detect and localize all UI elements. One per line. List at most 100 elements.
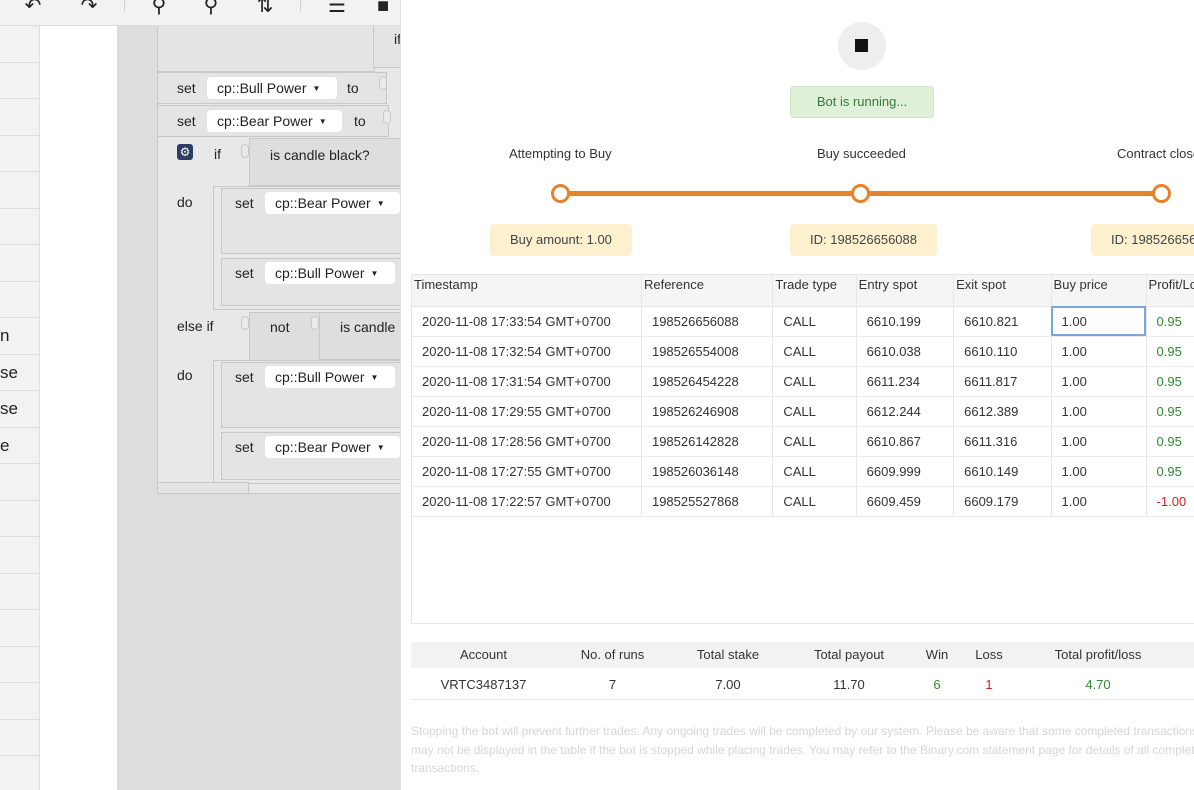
step-info-box: ID: 198526656088 — [790, 224, 937, 256]
toolbox-item[interactable] — [0, 720, 39, 756]
step-info-box: Buy amount: 1.00 — [490, 224, 632, 256]
step-label: Attempting to Buy — [509, 146, 612, 161]
toolbox-item[interactable] — [0, 756, 39, 790]
summary-header: Total payout — [813, 647, 885, 662]
toolbox-item[interactable]: n — [0, 318, 39, 355]
toolbox-item[interactable] — [0, 172, 39, 209]
set-keyword: set — [235, 195, 254, 211]
table-cell: CALL — [772, 486, 857, 517]
toolbox-item[interactable] — [0, 209, 39, 245]
set-block[interactable]: set cp::Bull Power ▼ — [221, 362, 400, 428]
toolbox-item[interactable]: se — [0, 391, 39, 428]
toolbox-item[interactable]: se — [0, 355, 39, 391]
summary-value-row: VRTC3487137 7 7.00 11.70 6 1 4.70 — [411, 670, 1194, 700]
table-cell: 1.00 — [1051, 336, 1147, 367]
flyout-area — [41, 26, 117, 790]
set-keyword: set — [235, 265, 254, 281]
workspace-toolbar: ↶ ↷ ⚲ ⚲ ⇅ ☰ ■ — [0, 0, 400, 26]
step-label: Contract closed — [1117, 146, 1194, 161]
toolbox-item[interactable] — [0, 683, 39, 720]
summary-header: Win — [925, 647, 949, 662]
variable-dropdown-value: cp::Bear Power — [275, 439, 371, 455]
table-row[interactable]: 2020-11-08 17:22:57 GMT+0700 19852552786… — [412, 486, 1194, 517]
table-row[interactable]: 2020-11-08 17:29:55 GMT+0700 19852624690… — [412, 396, 1194, 427]
variable-dropdown[interactable]: cp::Bull Power ▼ — [265, 366, 395, 388]
status-badge: Bot is running... — [790, 86, 934, 118]
dropdown-arrow-icon: ▼ — [376, 443, 385, 452]
stop-button[interactable] — [838, 22, 886, 70]
trades-table: Timestamp Reference Trade type Entry spo… — [411, 274, 1194, 624]
toolbox-item[interactable] — [0, 647, 39, 683]
set-block[interactable]: set cp::Bull Power ▼ — [221, 258, 400, 306]
table-row[interactable]: 2020-11-08 17:33:54 GMT+0700 19852665608… — [412, 305, 1194, 337]
toolbox-item[interactable] — [0, 245, 39, 282]
gear-icon[interactable]: ⚙ — [177, 144, 193, 160]
toolbox-item-label: n — [0, 326, 10, 345]
table-cell: 0.95 — [1146, 456, 1194, 487]
block-footer — [157, 482, 249, 494]
toolbox-item[interactable] — [0, 99, 39, 136]
step-dot — [1152, 184, 1171, 203]
zoom-out-icon[interactable]: ⚲ — [198, 0, 224, 20]
table-cell: CALL — [772, 426, 857, 457]
condition-block[interactable]: is candle black? — [249, 138, 400, 186]
toolbox-item[interactable]: e — [0, 428, 39, 464]
table-cell: 0.95 — [1146, 305, 1194, 337]
toolbox-item[interactable] — [0, 464, 39, 501]
column-header: Trade type — [772, 275, 857, 307]
step-info-box: ID: 198526656088 — [1091, 224, 1194, 256]
table-cell-selected[interactable]: 1.00 — [1051, 305, 1147, 337]
dropdown-arrow-icon: ▼ — [370, 269, 379, 278]
variable-dropdown[interactable]: cp::Bull Power ▼ — [207, 77, 337, 99]
condition-block[interactable]: is candle — [319, 312, 400, 360]
table-cell: 1.00 — [1051, 396, 1147, 427]
toolbox-item[interactable] — [0, 282, 39, 318]
toolbox-item[interactable] — [0, 574, 39, 610]
variable-dropdown[interactable]: cp::Bear Power ▼ — [265, 436, 400, 458]
table-cell: 0.95 — [1146, 396, 1194, 427]
if-fragment-block[interactable]: if — [373, 26, 400, 68]
summary-header: Account — [460, 647, 507, 662]
column-header: Entry spot — [856, 275, 955, 307]
table-row[interactable]: 2020-11-08 17:31:54 GMT+0700 19852645422… — [412, 366, 1194, 397]
variable-dropdown[interactable]: cp::Bear Power ▼ — [265, 192, 400, 214]
set-block[interactable]: set cp::Bear Power ▼ — [221, 188, 400, 254]
toolbox-item[interactable] — [0, 610, 39, 647]
stop-icon — [855, 39, 868, 52]
puzzle-notch — [383, 110, 391, 124]
summary-header: Total stake — [696, 647, 760, 662]
top-block[interactable] — [157, 26, 375, 72]
table-row[interactable]: 2020-11-08 17:28:56 GMT+0700 19852614282… — [412, 426, 1194, 457]
do-keyword: do — [177, 194, 193, 210]
dropdown-arrow-icon: ▼ — [318, 117, 327, 126]
step-dot — [851, 184, 870, 203]
set-block[interactable]: set cp::Bear Power ▼ to — [157, 105, 389, 137]
table-cell: 1.00 — [1051, 366, 1147, 397]
table-cell: 0.95 — [1146, 336, 1194, 367]
blockly-workspace[interactable]: if set cp::Bull Power ▼ to set cp::Bear P… — [117, 26, 400, 790]
table-row[interactable]: 2020-11-08 17:27:55 GMT+0700 19852603614… — [412, 456, 1194, 487]
toolbox-item[interactable] — [0, 136, 39, 172]
table-cell: 198526454228 — [641, 366, 774, 397]
variable-dropdown[interactable]: cp::Bull Power ▼ — [265, 262, 395, 284]
list-icon[interactable]: ☰ — [324, 0, 350, 20]
condition-label: is candle — [340, 319, 396, 335]
table-row[interactable]: 2020-11-08 17:32:54 GMT+0700 19852655400… — [412, 336, 1194, 367]
sort-icon[interactable]: ⇅ — [252, 0, 278, 20]
toolbox-item[interactable] — [0, 537, 39, 574]
toolbox-item[interactable] — [0, 63, 39, 99]
set-block[interactable]: set cp::Bull Power ▼ to — [157, 72, 387, 104]
toolbox-item[interactable] — [0, 501, 39, 537]
undo-icon[interactable]: ↶ — [20, 0, 46, 20]
stop-square-icon[interactable]: ■ — [370, 0, 396, 20]
zoom-in-icon[interactable]: ⚲ — [146, 0, 172, 20]
summary-value: 1 — [985, 677, 993, 692]
toolbox-item[interactable] — [0, 26, 39, 63]
table-cell: 6609.999 — [856, 456, 955, 487]
table-cell: 198525527868 — [641, 486, 774, 517]
set-block[interactable]: set cp::Bear Power ▼ — [221, 432, 400, 480]
table-cell: 2020-11-08 17:31:54 GMT+0700 — [412, 366, 642, 397]
variable-dropdown[interactable]: cp::Bear Power ▼ — [207, 110, 342, 132]
toolbox-item-label: se — [0, 362, 18, 382]
redo-icon[interactable]: ↷ — [76, 0, 102, 20]
